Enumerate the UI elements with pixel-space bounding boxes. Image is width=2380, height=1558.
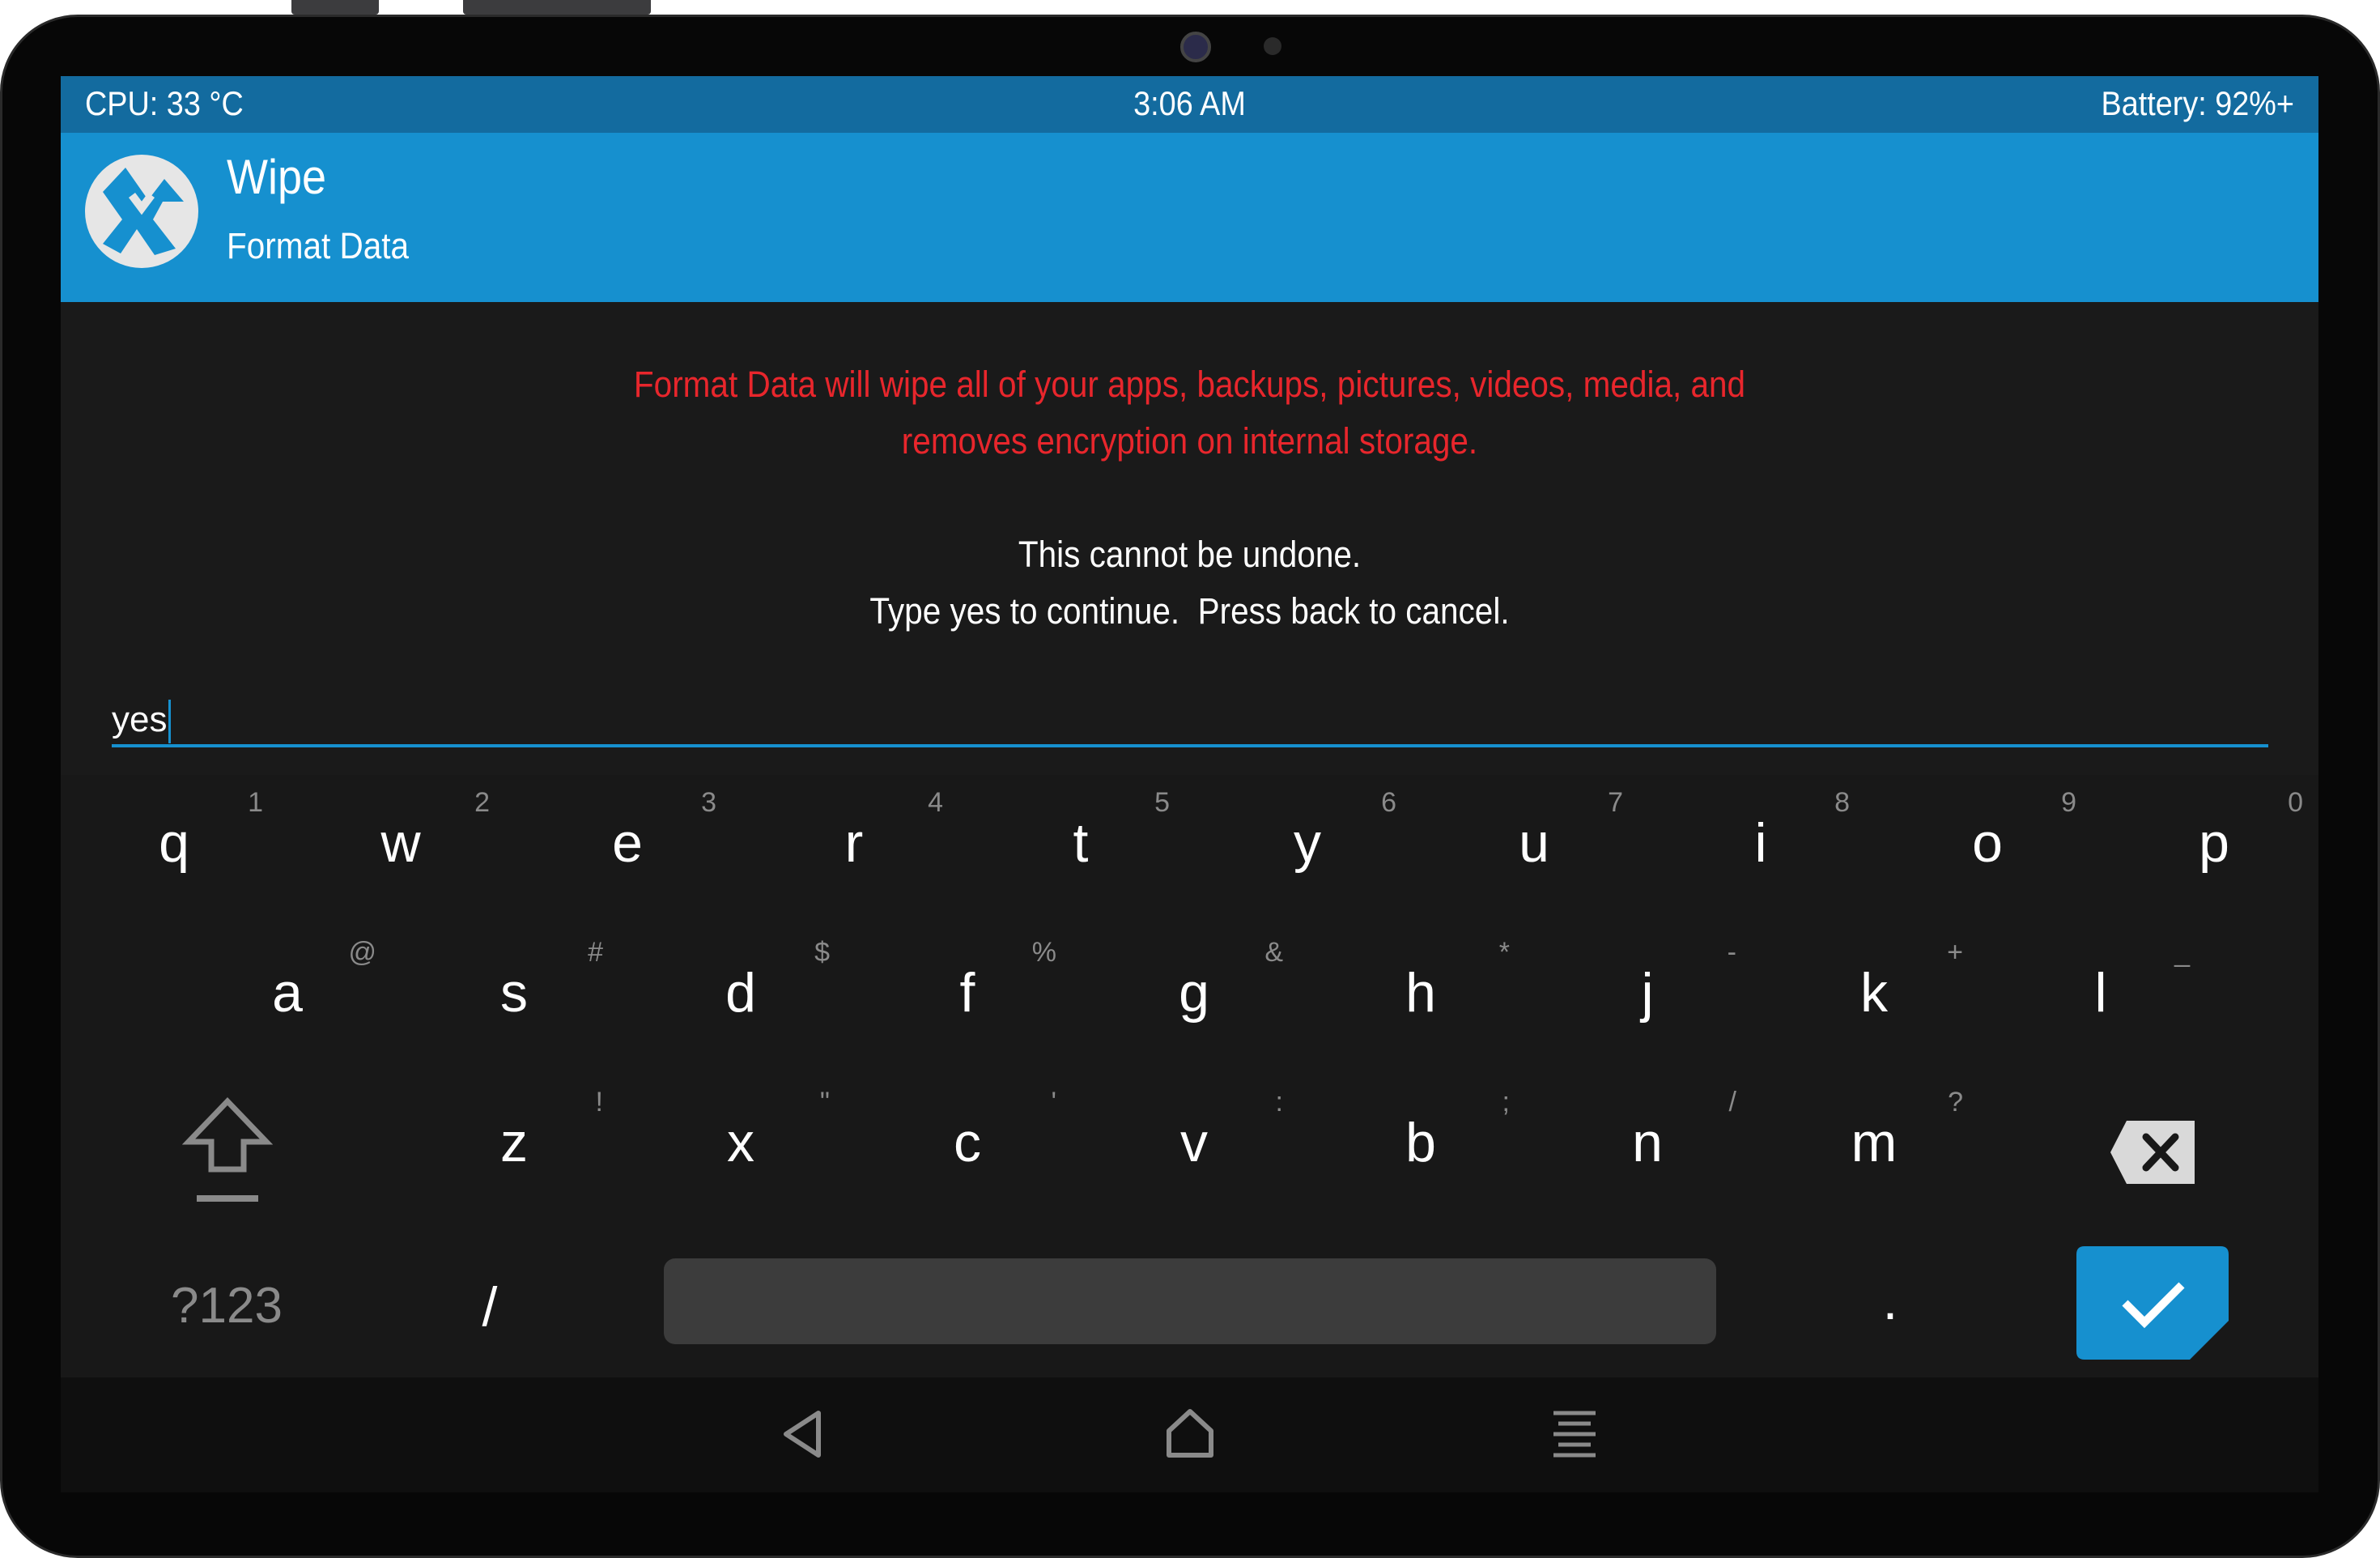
backspace-icon[interactable] <box>2109 1119 2198 1186</box>
navigation-bar <box>61 1377 2318 1492</box>
key-o[interactable]: 9o <box>1874 775 2101 925</box>
key-label: p <box>2199 812 2229 874</box>
key-c[interactable]: ' c <box>854 1075 1081 1224</box>
key-label: x <box>727 1112 754 1173</box>
confirm-input-text: yes <box>112 696 172 744</box>
screen: CPU: 33 °C 3:06 AM Battery: 92%+ Wipe Fo… <box>61 76 2318 1492</box>
symbols-key[interactable]: ?123 <box>158 1277 295 1335</box>
key-y[interactable]: 6y <box>1194 775 1421 925</box>
menu-icon[interactable] <box>1542 1402 1607 1466</box>
info-line-1: This cannot be undone. <box>1018 534 1362 575</box>
key-label: z <box>500 1112 528 1173</box>
key-label: k <box>1860 962 1888 1024</box>
key-r[interactable]: 4r <box>741 775 967 925</box>
key-f[interactable]: % f <box>854 925 1081 1075</box>
key-label: n <box>1632 1112 1663 1173</box>
key-label: i <box>1754 812 1767 874</box>
key-label: m <box>1851 1112 1898 1173</box>
key-label: v <box>1180 1112 1208 1173</box>
back-icon[interactable] <box>773 1402 838 1466</box>
front-camera-icon <box>1180 32 1211 62</box>
key-a[interactable]: @ a <box>174 925 401 1075</box>
key-q[interactable]: 1q <box>61 775 287 925</box>
key-label: w <box>380 812 421 874</box>
hardware-button-right <box>463 0 651 15</box>
status-bar: CPU: 33 °C 3:06 AM Battery: 92%+ <box>61 76 2318 133</box>
warning-line-2: removes encryption on internal storage. <box>901 420 1478 462</box>
key-label: c <box>954 1112 981 1173</box>
hardware-button-left <box>291 0 379 15</box>
key-label: l <box>2094 962 2107 1024</box>
battery-level: Battery: 92%+ <box>2101 84 2294 122</box>
key-label: u <box>1519 812 1549 874</box>
period-key[interactable]: . <box>1842 1269 1939 1332</box>
page-title: Wipe <box>227 150 327 204</box>
key-label: r <box>844 812 864 874</box>
info-line-2: Type yes to continue. Press back to canc… <box>869 590 1510 632</box>
key-label: q <box>159 812 189 874</box>
key-label: d <box>725 962 756 1024</box>
warning-message: Format Data will wipe all of your apps, … <box>61 356 2318 470</box>
enter-key[interactable] <box>2076 1246 2229 1360</box>
key-j[interactable]: -j <box>1534 925 1761 1075</box>
key-v[interactable]: :v <box>1081 1075 1307 1224</box>
key-label: b <box>1405 1112 1436 1173</box>
key-u[interactable]: 7u <box>1421 775 1647 925</box>
key-e[interactable]: 3e <box>514 775 741 925</box>
key-b[interactable]: ; b <box>1307 1075 1534 1224</box>
header-bar: Wipe Format Data <box>61 133 2318 302</box>
sensor-icon <box>1264 37 1281 55</box>
key-label: t <box>1073 812 1089 874</box>
key-n[interactable]: / n <box>1534 1075 1761 1224</box>
warning-line-1: Format Data will wipe all of your apps, … <box>633 364 1746 405</box>
page-subtitle: Format Data <box>227 225 410 266</box>
key-label: h <box>1405 962 1436 1024</box>
confirm-input-value: yes <box>112 700 168 739</box>
key-z[interactable]: ! z <box>401 1075 627 1224</box>
key-label: a <box>272 962 303 1024</box>
twrp-logo-icon <box>85 155 198 268</box>
key-label: y <box>1294 812 1321 874</box>
key-t[interactable]: 5t <box>967 775 1194 925</box>
key-label: g <box>1179 962 1209 1024</box>
key-label: f <box>959 962 975 1024</box>
key-label: j <box>1641 962 1654 1024</box>
slash-key[interactable]: / <box>441 1275 538 1339</box>
info-message: This cannot be undone. Type yes to conti… <box>61 526 2318 640</box>
key-m[interactable]: ? m <box>1761 1075 1987 1224</box>
key-h[interactable]: * h <box>1307 925 1534 1075</box>
space-bar[interactable] <box>664 1258 1716 1344</box>
clock: 3:06 AM <box>1133 84 1246 122</box>
key-x[interactable]: " x <box>627 1075 854 1224</box>
key-p[interactable]: 0p <box>2101 775 2318 925</box>
key-label: s <box>500 962 528 1024</box>
key-w[interactable]: 2w <box>287 775 514 925</box>
key-d[interactable]: $ d <box>627 925 854 1075</box>
text-caret <box>168 700 172 744</box>
key-label: e <box>612 812 643 874</box>
key-i[interactable]: 8i <box>1647 775 1874 925</box>
home-icon[interactable] <box>1158 1402 1222 1466</box>
key-k[interactable]: + k <box>1761 925 1987 1075</box>
key-l[interactable]: _ l <box>1987 925 2214 1075</box>
key-s[interactable]: # s <box>401 925 627 1075</box>
key-label: o <box>1972 812 2003 874</box>
confirm-input[interactable]: yes <box>112 696 2268 747</box>
key-g[interactable]: & g <box>1081 925 1307 1075</box>
shift-icon[interactable] <box>182 1095 273 1208</box>
keyboard: 1q2w3e4r5t6y7u8i9o0p @ a # s $ d% f & g * h - j + k _ l … <box>61 775 2318 1377</box>
